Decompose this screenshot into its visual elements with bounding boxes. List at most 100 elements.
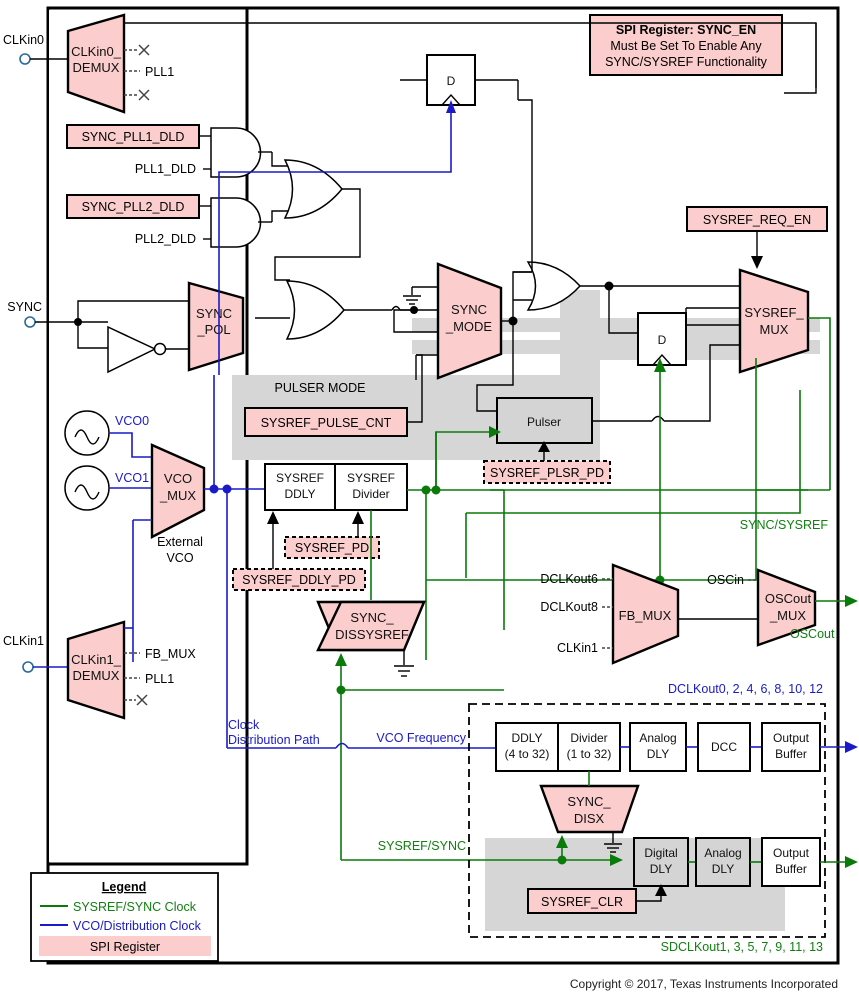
sysref-mux xyxy=(738,268,810,374)
and-gate-1 xyxy=(210,127,262,178)
oscout-mux-label-1: OSCout xyxy=(765,591,812,606)
sysref-sync-label: SYSREF/SYNC xyxy=(378,839,466,853)
sync-mode-out-up xyxy=(512,271,532,321)
sysref-mux-label-2: MUX xyxy=(760,322,789,337)
or1-in1-route xyxy=(271,152,288,167)
clkin0-pll1-label: PLL1 xyxy=(145,65,174,79)
dff-top-label: D xyxy=(447,74,456,88)
legend-item-2: VCO/Distribution Clock xyxy=(73,919,202,933)
sync-label: SYNC xyxy=(7,300,42,314)
output-buffer2-label-1: Output xyxy=(773,846,810,860)
sdclkout-arrow xyxy=(845,856,858,868)
pulser-label: Pulser xyxy=(527,415,561,429)
or-gate-2 xyxy=(285,280,345,340)
vco-freq-hop xyxy=(335,742,349,749)
clkin1-fb-label: CLKin1 xyxy=(557,641,598,655)
dcc-label: DCC xyxy=(711,740,737,754)
diagram-svg: SPI Register: SYNC_EN Must Be Set To Ena… xyxy=(0,0,858,998)
clkin0-demux-label-2: DEMUX xyxy=(73,60,120,75)
sysref-ddly-pd-label: SYSREF_DDLY_PD xyxy=(242,573,356,587)
clock-dist-label-2: Distribution Path xyxy=(228,733,320,747)
sysref-plsr-pd-label: SYSREF_PLSR_PD xyxy=(490,466,604,480)
divider-label-2: (1 to 32) xyxy=(567,747,612,761)
sysref-req-en-label: SYSREF_REQ_EN xyxy=(703,213,811,227)
digital-dly-label-2: DLY xyxy=(650,862,672,876)
sysref-ddly-label-1: SYSREF xyxy=(276,471,324,485)
analog-dly2-label-1: Analog xyxy=(704,846,741,860)
pulser-mode-label: PULSER MODE xyxy=(275,381,366,395)
spi-note-line1: SPI Register: SYNC_EN xyxy=(616,23,756,37)
dff-right-label: D xyxy=(658,333,667,347)
sysref-req-en-arrow xyxy=(751,256,763,269)
sysref-pulse-cnt-label: SYSREF_PULSE_CNT xyxy=(261,416,392,430)
output-buffer-label-2: Buffer xyxy=(775,747,807,761)
vco0-label: VCO0 xyxy=(115,414,149,428)
sysref-clr-label: SYSREF_CLR xyxy=(541,895,623,909)
pd-arrow xyxy=(352,511,364,524)
dclkout8-label: DCLKout8 xyxy=(540,600,598,614)
dclkout6-label: DCLKout6 xyxy=(540,572,598,586)
spi-note-line2: Must Be Set To Enable Any xyxy=(610,39,762,53)
output-buffer2-label-2: Buffer xyxy=(775,862,807,876)
sync-sysref-right-label: SYNC/SYSREF xyxy=(740,518,829,532)
analog-dly2-label-2: DLY xyxy=(712,862,734,876)
vco1-oscillator-icon xyxy=(64,465,110,511)
sysref-ddly-label-2: DDLY xyxy=(284,487,315,501)
analog-dly-label-1: Analog xyxy=(639,731,676,745)
sync-pll2-dld-label: SYNC_PLL2_DLD xyxy=(82,200,185,214)
sync-pol-label-2: _POL xyxy=(196,322,230,337)
ddly-pd-arrow xyxy=(267,511,279,524)
copyright-text: Copyright © 2017, Texas Instruments Inco… xyxy=(570,977,838,991)
legend-title: Legend xyxy=(102,880,146,894)
sysref-mux-label-1: SYSREF_ xyxy=(744,305,804,320)
oscout-label: OSCout xyxy=(790,627,835,641)
sync-terminal xyxy=(24,316,36,328)
sysref-pd-label: SYSREF_PD xyxy=(295,541,369,555)
dclkout-arrow xyxy=(845,741,858,753)
output-buffer-label-1: Output xyxy=(773,731,810,745)
sync-disx-label-1: SYNC_ xyxy=(567,794,611,809)
vco-mux-label-1: VCO xyxy=(164,471,192,486)
external-vco-label-2: VCO xyxy=(166,551,193,565)
vco-mux-label-2: _MUX xyxy=(159,488,196,503)
or3-in-upper-route xyxy=(518,99,533,272)
clkin0-terminal xyxy=(19,53,31,65)
ddly-label-1: DDLY xyxy=(511,731,542,745)
clock-dist-label-1: Clock xyxy=(228,718,260,732)
oscout-arrow xyxy=(845,595,858,607)
clkin1-label: CLKin1 xyxy=(3,634,44,648)
clkin1-demux-label-1: CLKin1_ xyxy=(71,652,122,667)
sync-disx-label-2: DISX xyxy=(574,811,605,826)
sdclkout-group-label: SDCLKout1, 3, 5, 7, 9, 11, 13 xyxy=(661,940,823,954)
ddly-label-2: (4 to 32) xyxy=(505,747,550,761)
divider-label-1: Divider xyxy=(570,731,607,745)
sync-mode-label-2: _MODE xyxy=(445,319,493,334)
sync-pll1-dld-label: SYNC_PLL1_DLD xyxy=(82,130,185,144)
clkin0-demux-label-1: CLKin0_ xyxy=(71,44,122,59)
external-vco-label-1: External xyxy=(157,535,203,549)
clkin1-pll1-label: PLL1 xyxy=(145,672,174,686)
inverter-bubble xyxy=(153,342,167,356)
sync-mode-label-1: SYNC xyxy=(451,302,487,317)
dissysref-arrow xyxy=(335,653,347,666)
clkin1-terminal xyxy=(22,661,34,673)
sync-dissysref-label-1: SYNC_ xyxy=(350,610,394,625)
pll1-dld-label: PLL1_DLD xyxy=(135,162,196,176)
sysref-divider-label-2: Divider xyxy=(352,487,389,501)
digital-dly-label-1: Digital xyxy=(644,846,677,860)
vco1-label: VCO1 xyxy=(115,471,149,485)
block-diagram-canvas: SPI Register: SYNC_EN Must Be Set To Ena… xyxy=(0,0,859,998)
oscout-mux-label-2: _MUX xyxy=(769,608,806,623)
sync-dissysref-label-2: DISSYSREF xyxy=(335,627,409,642)
spi-note-line3: SYNC/SYSREF Functionality xyxy=(605,55,768,69)
oscin-label: OSCin xyxy=(707,573,744,587)
clkin1-demux-label-2: DEMUX xyxy=(73,668,120,683)
pulser-out-hop xyxy=(651,415,665,422)
dclkout-group-label: DCLKout0, 2, 4, 6, 8, 10, 12 xyxy=(668,682,823,696)
clkin0-label: CLKin0 xyxy=(3,33,44,47)
or-gate-1 xyxy=(283,159,343,219)
legend-item-1: SYSREF/SYNC Clock xyxy=(73,900,197,914)
clkin1-fbmux-label: FB_MUX xyxy=(145,647,196,661)
vco0-oscillator-icon xyxy=(64,410,110,456)
sync-pol-label-1: SYNC xyxy=(196,306,232,321)
